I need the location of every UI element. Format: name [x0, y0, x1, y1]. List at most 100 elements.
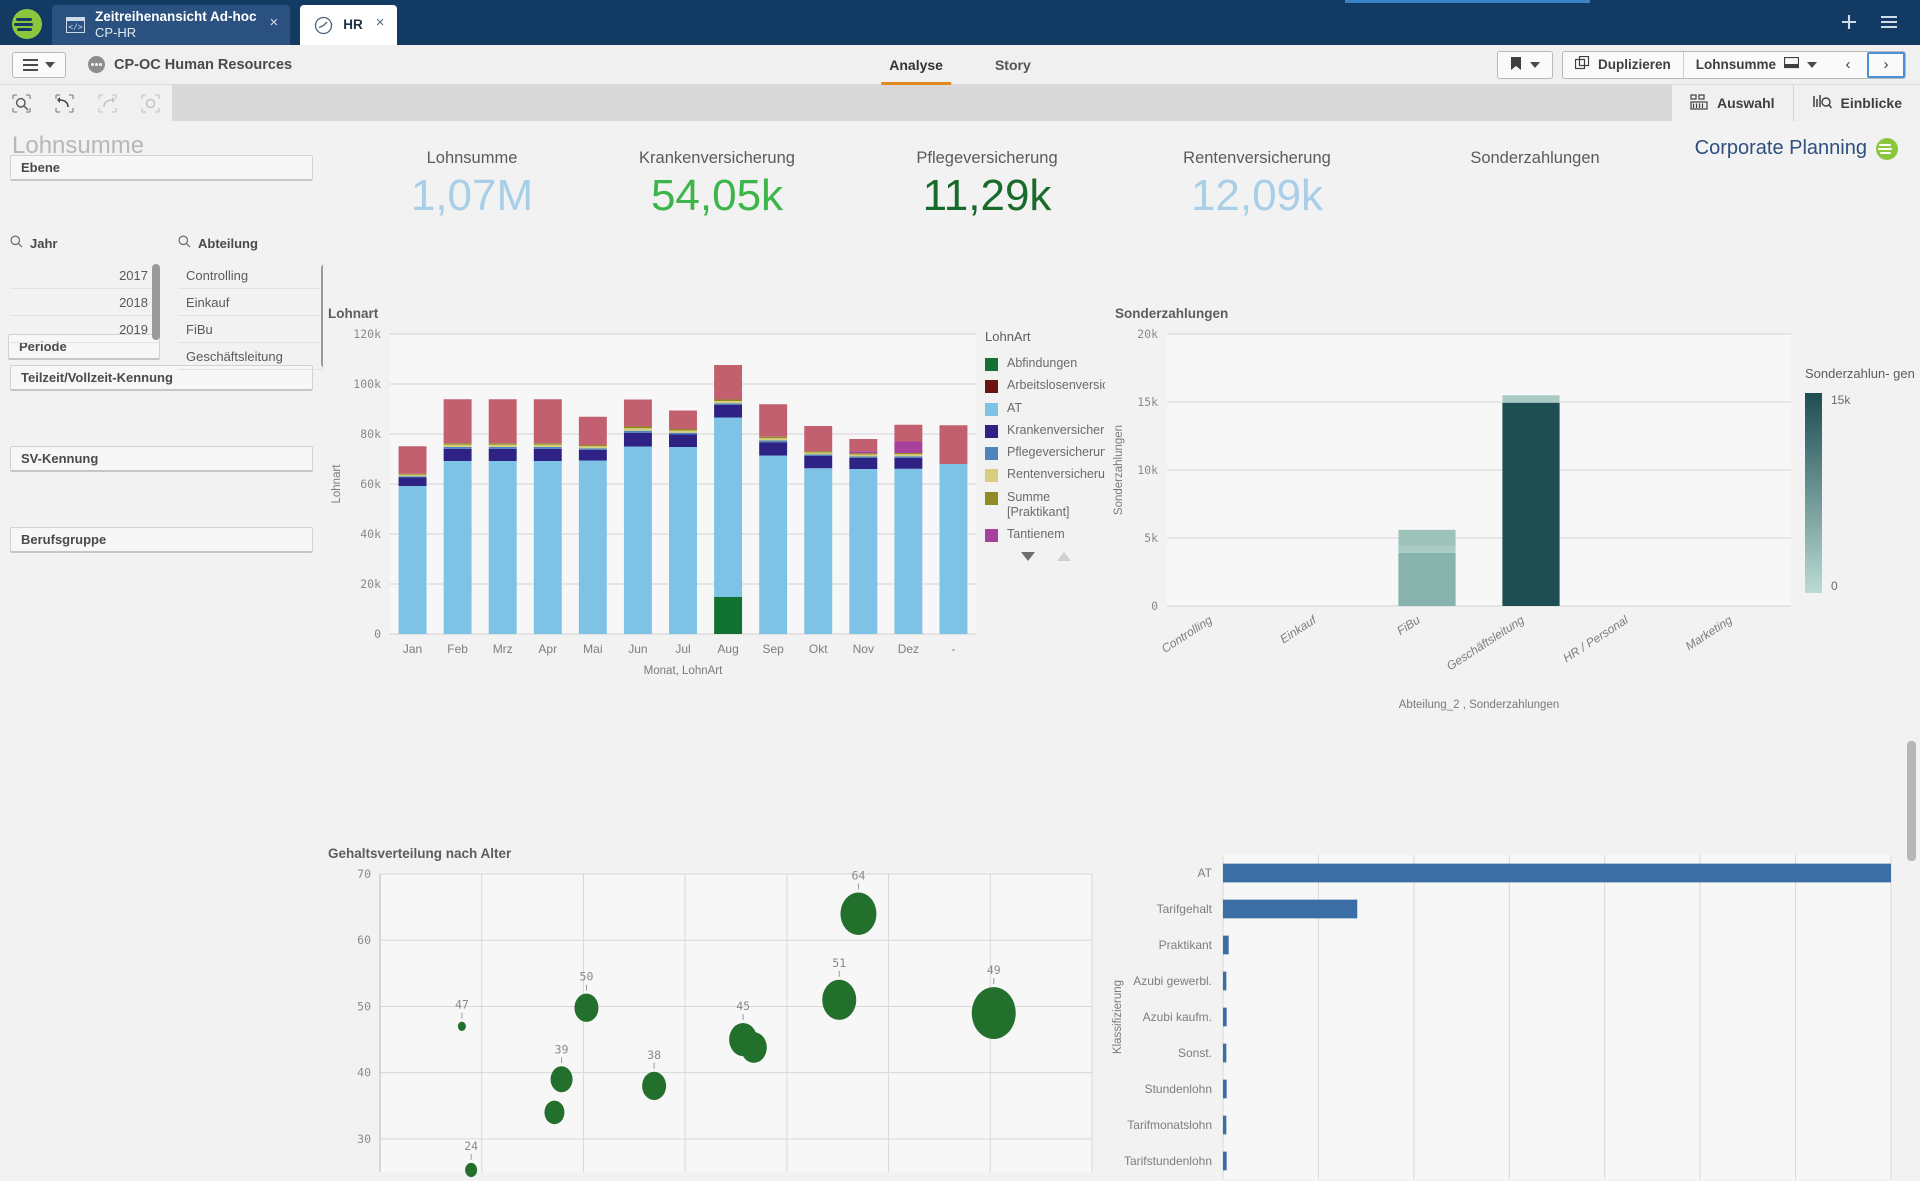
bookmarks-button[interactable]: [1496, 50, 1553, 79]
svg-text:47: 47: [455, 998, 469, 1012]
legend-item[interactable]: AT: [985, 401, 1115, 416]
svg-text:51: 51: [832, 956, 846, 970]
kpi-krankenversicherung[interactable]: Krankenversicherung 54,05k: [602, 149, 832, 223]
svg-text:Marketing: Marketing: [1683, 613, 1735, 654]
lohnart-legend: LohnArt Abfindungen Arbeitslosenversicher…: [985, 329, 1148, 562]
filter-list-item[interactable]: HR / Personal: [178, 370, 323, 378]
filter-list-item[interactable]: 2018: [10, 289, 160, 316]
undo-icon[interactable]: [43, 85, 86, 121]
legend-label: Tantienem: [1007, 527, 1065, 541]
lohnart-plot[interactable]: 0 20k 40k 60k 80k 100k 120k Jan Feb Mrz Apr Mai Jun J…: [324, 324, 984, 694]
legend-scroll-down-icon[interactable]: [1021, 552, 1035, 562]
svg-text:Sep: Sep: [762, 642, 784, 656]
filter-list-scrollbar[interactable]: [321, 264, 323, 368]
duplicate-button[interactable]: Duplizieren: [1563, 52, 1683, 78]
window-menu-icon[interactable]: [1880, 15, 1898, 33]
legend-pager: [1021, 552, 1115, 562]
chevron-down-icon: [1807, 61, 1817, 68]
search-icon[interactable]: [178, 235, 191, 251]
gauge-icon: [312, 15, 334, 35]
svg-text:Jun: Jun: [628, 642, 647, 656]
legend-item[interactable]: Abfindungen: [985, 356, 1115, 371]
svg-text:</>: </>: [68, 23, 83, 32]
sheet-selector[interactable]: Lohnsumme: [1682, 51, 1829, 78]
filter-list-header[interactable]: Jahr: [10, 235, 160, 251]
legend-item[interactable]: Arbeitslosenversicherung: [985, 378, 1148, 394]
legend-item[interactable]: Pflegeversicherung: [985, 445, 1115, 460]
close-icon[interactable]: ×: [266, 15, 283, 36]
filter-list-item[interactable]: Einkauf: [178, 289, 323, 316]
chart-gehaltsverteilung[interactable]: Gehaltsverteilung nach Alter 30 40 50 60 70 4…: [324, 846, 1104, 1181]
kpi-label: Lohnsumme: [426, 149, 518, 167]
kpi-label: Pflegeversicherung: [916, 149, 1058, 167]
navigation-menu-button[interactable]: [12, 51, 66, 78]
einblicke-button[interactable]: Einblicke: [1792, 85, 1920, 121]
selections-search-icon[interactable]: [0, 85, 43, 121]
svg-text:Lohnart: Lohnart: [331, 464, 343, 504]
sheet-actions-group[interactable]: Duplizieren Lohnsumme ‹ ›: [1561, 50, 1906, 79]
search-icon[interactable]: [10, 235, 23, 251]
kpi-label: Sonderzahlungen: [1470, 149, 1600, 167]
kpi-value: 1,07M: [410, 171, 534, 220]
filter-box-label: Ebene: [21, 160, 61, 175]
filter-pane: Ebene Periode Teilzeit/Vollzeit-Kennung SV-…: [0, 149, 325, 709]
gehaltsverteilung-plot[interactable]: 30 40 50 60 70 47 24 39 50 38 45 51 64 49: [324, 868, 1104, 1180]
app-name-breadcrumb[interactable]: CP-OC Human Resources: [88, 56, 292, 73]
filter-list-header[interactable]: Abteilung: [178, 235, 323, 251]
svg-text:40k: 40k: [360, 527, 381, 541]
sheet-scrollbar[interactable]: [1907, 741, 1916, 861]
filter-box-berufsgruppe[interactable]: Berufsgruppe: [10, 527, 313, 553]
sonderzahlungen-plot[interactable]: 0 5k 10k 15k 20k Controlling Einkauf FiBu Geschä…: [1105, 324, 1805, 714]
new-tab-icon[interactable]: [1840, 13, 1858, 35]
titlebar-accent: [1345, 0, 1590, 3]
svg-text:20k: 20k: [1137, 327, 1158, 341]
kpi-lohnsumme[interactable]: Lohnsumme 1,07M: [362, 149, 582, 223]
filter-box-ebene[interactable]: Ebene: [10, 155, 313, 181]
next-sheet-button[interactable]: ›: [1867, 51, 1905, 78]
svg-text:Stundenlohn: Stundenlohn: [1145, 1082, 1212, 1096]
legend-item[interactable]: Tantienem: [985, 527, 1115, 542]
corporate-planning-logo-icon: [12, 9, 42, 39]
kpi-pflegeversicherung[interactable]: Pflegeversicherung 11,29k: [872, 149, 1102, 223]
filter-list-item[interactable]: 2017: [10, 262, 160, 289]
chart-sonderzahlungen[interactable]: Sonderzahlungen 0 5k 10k 15k 20k Controlling E…: [1105, 306, 1805, 711]
hamburger-icon: [23, 58, 38, 71]
svg-text:Jul: Jul: [675, 642, 690, 656]
svg-text:15k: 15k: [1137, 395, 1158, 409]
filter-list-item[interactable]: Geschäftsleitung: [178, 343, 323, 370]
selections-toolbar: Auswahl Einblicke: [0, 85, 1920, 121]
legend-title: LohnArt: [985, 329, 1031, 344]
filter-list-item[interactable]: Controlling: [178, 262, 323, 289]
svg-text:Sonderzahlungen: Sonderzahlungen: [1113, 425, 1125, 515]
tab-story[interactable]: Story: [969, 45, 1057, 85]
klassifizierung-plot[interactable]: AT Tarifgehalt Praktikant Azubi gewerbl. Azu…: [1105, 851, 1905, 1181]
tab-title: Zeitreihenansicht Ad-hoc: [95, 9, 257, 25]
kpi-sonderzahlungen[interactable]: Sonderzahlungen: [1420, 149, 1650, 168]
kpi-row: Lohnsumme 1,07M Krankenversicherung 54,05k P…: [332, 149, 1920, 279]
filter-list-item[interactable]: 2019: [10, 316, 160, 343]
tab-analyse[interactable]: Analyse: [863, 45, 969, 85]
close-icon[interactable]: ×: [372, 15, 389, 36]
legend-items: Abfindungen Arbeitslosenversicherung AT Kra…: [985, 356, 1148, 542]
previous-sheet-button[interactable]: ‹: [1829, 52, 1867, 78]
legend-label: Arbeitslosenversicherung: [1007, 378, 1148, 393]
filter-list-item[interactable]: FiBu: [178, 316, 323, 343]
filter-box-sv-kennung[interactable]: SV-Kennung: [10, 446, 313, 472]
chart-klassifizierung[interactable]: AT Tarifgehalt Praktikant Azubi gewerbl. Azu…: [1105, 851, 1905, 1181]
sonderzahlungen-colorbar: Sonderzahlun- gen 15k 0: [1805, 366, 1920, 594]
legend-item[interactable]: Rentenversicherung: [985, 467, 1119, 483]
legend-item[interactable]: Krankenversicherung: [985, 423, 1125, 438]
app-header: CP-OC Human Resources Analyse Story Dupl…: [0, 45, 1920, 85]
browser-tab-hr[interactable]: HR ×: [300, 5, 397, 45]
kpi-rentenversicherung[interactable]: Rentenversicherung 12,09k: [1142, 149, 1372, 223]
legend-item[interactable]: Summe [Praktikant]: [985, 490, 1115, 521]
svg-text:Dez: Dez: [898, 642, 919, 656]
filter-box-label: SV-Kennung: [21, 451, 99, 466]
auswahl-button[interactable]: Auswahl: [1671, 85, 1793, 121]
filter-list-scrollbar[interactable]: [152, 264, 160, 340]
browser-tab-zeitreihenansicht[interactable]: </> Zeitreihenansicht Ad-hoc CP-HR ×: [52, 5, 291, 45]
legend-scroll-up-icon[interactable]: [1057, 552, 1071, 562]
svg-text:Mrz: Mrz: [493, 642, 513, 656]
chart-lohnart[interactable]: Lohnart 0 20k 40k 60k 80k 100k 120k Jan Feb Mrz Ap…: [324, 306, 984, 696]
svg-text:40: 40: [357, 1066, 371, 1080]
